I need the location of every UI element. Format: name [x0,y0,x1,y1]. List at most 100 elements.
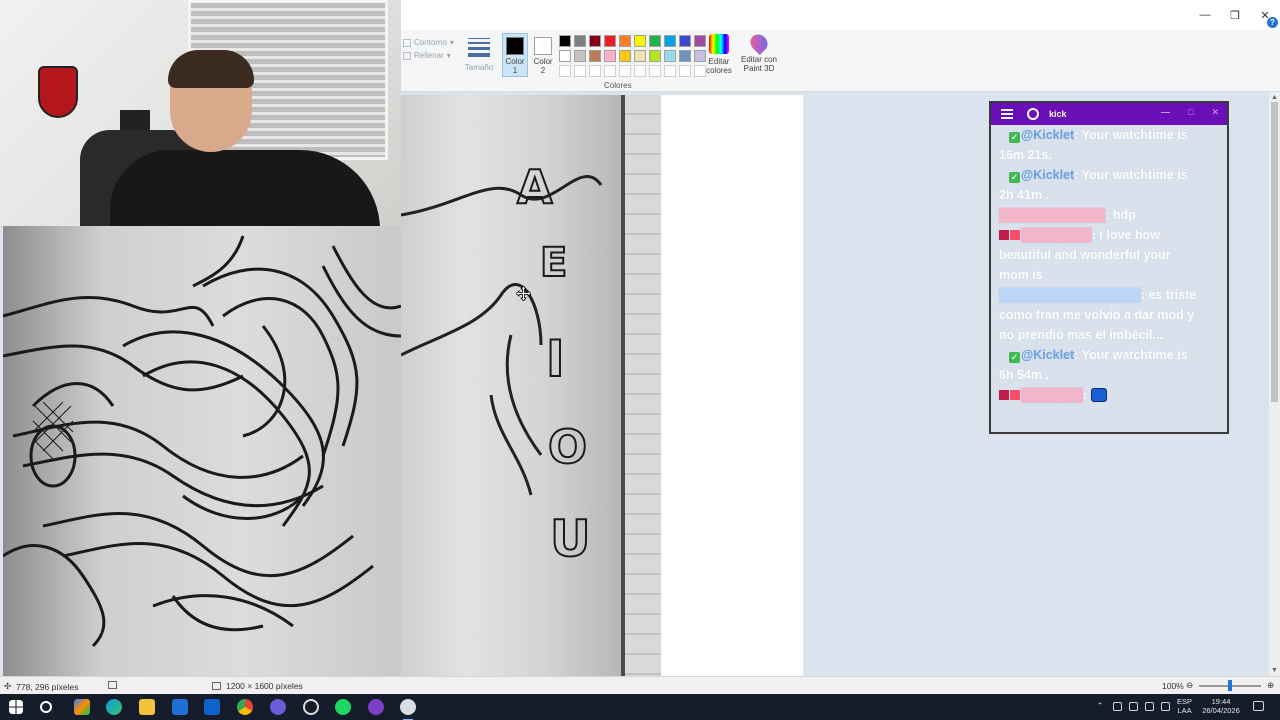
hamburger-menu-icon[interactable] [1001,109,1013,119]
zoom-in-button[interactable]: ⊕ [1267,680,1274,691]
palette-swatch[interactable] [604,65,616,77]
chat-username[interactable]: @Kicklet [1021,128,1074,142]
image-size: 1200 × 1600 píxeles [212,681,303,691]
chat-text-continued: no prendió mas el imbécil... [999,328,1163,342]
edit-colors-button[interactable]: Editar colores [703,30,735,75]
kick-minimize-icon[interactable]: — [1161,107,1170,118]
restore-button[interactable]: ❐ [1220,0,1250,30]
cursor-position-text: 778, 296 píxeles [16,681,79,692]
chat-message: ✓ @Kicklet: Your watchtime is 16m 21s. [999,125,1217,165]
mic-tray-icon[interactable] [1129,702,1138,711]
network-tray-icon[interactable] [1145,702,1154,711]
minimize-button[interactable]: — [1190,0,1220,30]
maze-photo [3,226,401,676]
palette-swatch[interactable] [634,50,646,62]
color1-button[interactable]: Color 1 [502,33,528,77]
notifications-icon[interactable] [1253,701,1264,711]
edge-icon[interactable] [106,699,122,715]
window-controls: — ❐ ✕ [1190,0,1280,30]
palette-swatch[interactable] [619,35,631,47]
palette-swatch[interactable] [679,65,691,77]
obs-icon[interactable] [270,699,286,715]
image-size-text: 1200 × 1600 píxeles [226,681,303,691]
paint-canvas[interactable] [401,95,803,676]
palette-swatch[interactable] [634,65,646,77]
edit-paint3d-button[interactable]: Editar con Paint 3D [737,30,781,73]
palette-swatch[interactable] [589,35,601,47]
palette-swatch[interactable] [649,50,661,62]
kick-close-icon[interactable]: ✕ [1211,107,1219,118]
chat-message: ✓ @Kicklet: Your watchtime is 6h 54m . [999,345,1217,385]
chat-username[interactable]: ███████ [1021,388,1083,402]
chat-message: ███████: [999,385,1217,405]
paint-icon[interactable] [400,699,416,720]
webcam-feed [0,0,401,226]
palette-swatch[interactable] [664,35,676,47]
chevron-down-icon: ▾ [446,51,451,60]
color2-button[interactable]: Color 2 [530,33,556,77]
chat-username[interactable]: @Kicklet [1021,348,1074,362]
color-palette [559,35,706,77]
palette-swatch[interactable] [589,50,601,62]
steam-icon[interactable] [303,699,319,715]
palette-swatch[interactable] [604,50,616,62]
palette-swatch[interactable] [574,65,586,77]
palette-swatch[interactable] [634,35,646,47]
chat-text: : [1083,388,1088,402]
maze-letter-i: I [545,329,566,389]
outline-dropdown[interactable]: Contorno ▾ [403,36,454,49]
chat-username[interactable]: ████████ [1021,228,1092,242]
vertical-scrollbar[interactable]: ▲ ▼ [1269,92,1280,676]
palette-swatch[interactable] [679,50,691,62]
size-button[interactable]: Tamaño [463,30,495,72]
palette-swatch[interactable] [679,35,691,47]
zoom-slider-thumb[interactable] [1228,680,1232,691]
file-explorer-icon[interactable] [139,699,155,715]
palette-swatch[interactable] [559,65,571,77]
spotify-icon[interactable] [335,699,351,715]
fill-dropdown[interactable]: Rellenar ▾ [403,49,454,62]
palette-swatch[interactable] [619,50,631,62]
search-icon[interactable] [40,701,52,713]
twitch-icon[interactable] [368,699,384,715]
palette-swatch[interactable] [589,65,601,77]
scrollbar-thumb[interactable] [1271,102,1278,402]
kick-chat-window[interactable]: kick — □ ✕ ✓ @Kicklet: Your watchtime is … [989,101,1229,434]
palette-swatch[interactable] [559,35,571,47]
palette-swatch[interactable] [559,50,571,62]
verified-check-icon: ✓ [1009,172,1020,183]
palette-swatch[interactable] [664,65,676,77]
keyboard-layout: LAA [1177,706,1192,715]
chat-message: ████████: i love how beautiful and wonde… [999,225,1217,285]
chat-username[interactable]: @Kicklet [1021,168,1074,182]
copilot-icon[interactable] [74,699,90,715]
tray-overflow-icon[interactable]: ⌃ [1097,701,1103,710]
scroll-up-icon[interactable]: ▲ [1269,94,1280,101]
palette-swatch[interactable] [574,35,586,47]
palette-swatch[interactable] [664,50,676,62]
palette-swatch[interactable] [619,65,631,77]
palette-swatch[interactable] [649,35,661,47]
kick-maximize-icon[interactable]: □ [1188,107,1193,118]
palette-swatch[interactable] [604,35,616,47]
chat-text-continued: como fran me volvió a dar mod y [999,308,1195,322]
outline-icon [403,38,411,47]
chrome-icon[interactable] [237,699,253,715]
camera-tray-icon[interactable] [1113,702,1122,711]
chat-username[interactable]: ████████████████ [999,288,1141,302]
windows-start-icon[interactable] [9,700,23,714]
volume-tray-icon[interactable] [1161,702,1170,711]
palette-swatch[interactable] [649,65,661,77]
zoom-out-button[interactable]: ⊖ [1186,680,1193,691]
palette-swatch[interactable] [574,50,586,62]
mail-icon[interactable] [204,699,220,715]
scroll-down-icon[interactable]: ▼ [1269,667,1280,674]
language-indicator[interactable]: ESP LAA [1177,697,1192,715]
selection-icon [108,681,117,689]
help-icon[interactable]: ? [1267,17,1278,28]
store-icon[interactable] [172,699,188,715]
chat-username[interactable]: ████████████ [999,208,1105,222]
edit-paint3d-label: Editar con Paint 3D [740,55,778,73]
clock[interactable]: 19:44 26/04/2026 [1200,697,1242,715]
crosshair-icon: ✣ [4,681,12,691]
